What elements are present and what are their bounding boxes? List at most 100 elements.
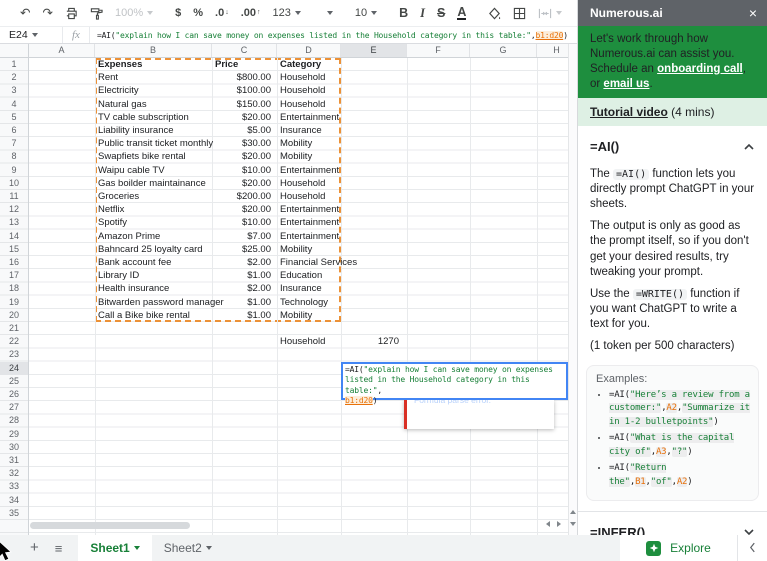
row-header-30[interactable]: 30 (0, 441, 28, 454)
formula-input[interactable]: =AI("explain how I can save money on exp… (88, 27, 568, 43)
cell-B19[interactable]: Bitwarden password manager (98, 296, 224, 309)
column-headers[interactable]: ABCDEFGH (0, 44, 577, 58)
scroll-left-icon[interactable] (546, 521, 550, 527)
row-header-5[interactable]: 5 (0, 111, 28, 124)
row-header-22[interactable]: 22 (0, 335, 28, 348)
cell-D16[interactable]: Financial Services (280, 256, 357, 269)
cell-B4[interactable]: Natural gas (98, 98, 147, 111)
cell-C7[interactable]: $30.00 (212, 137, 271, 150)
cell-B5[interactable]: TV cable subscription (98, 111, 189, 124)
decrease-decimal-button[interactable]: .0 ↓ (215, 0, 229, 26)
cell-C20[interactable]: $1.00 (212, 309, 271, 322)
tutorial-video-link[interactable]: Tutorial video (590, 105, 668, 119)
more-formats-button[interactable]: 123 (273, 0, 301, 26)
row-header-13[interactable]: 13 (0, 216, 28, 229)
column-header-E[interactable]: E (341, 44, 407, 57)
cell-B8[interactable]: Swapfiets bike rental (98, 150, 186, 163)
font-size-select[interactable]: 10 (355, 0, 378, 26)
cell-C18[interactable]: $2.00 (212, 282, 271, 295)
format-currency-button[interactable]: $ (175, 0, 181, 26)
collapse-sidebar-icon[interactable] (738, 541, 767, 556)
row-header-7[interactable]: 7 (0, 137, 28, 150)
cell-C6[interactable]: $5.00 (212, 124, 271, 137)
sheet-tab-sheet1[interactable]: Sheet1 (78, 535, 152, 561)
explore-button[interactable]: Explore (620, 540, 737, 556)
cell-B1[interactable]: Expenses (98, 58, 142, 71)
row-header-33[interactable]: 33 (0, 480, 28, 493)
column-header-B[interactable]: B (95, 44, 212, 57)
cell-B10[interactable]: Gas boilder maintainance (98, 177, 206, 190)
cell-C11[interactable]: $200.00 (212, 190, 271, 203)
row-header-32[interactable]: 32 (0, 467, 28, 480)
cell-B16[interactable]: Bank account fee (98, 256, 171, 269)
print-icon[interactable] (65, 7, 78, 20)
section-infer-header[interactable]: =INFER() (578, 511, 767, 535)
row-header-12[interactable]: 12 (0, 203, 28, 216)
cell-D2[interactable]: Household (280, 71, 325, 84)
cell-D14[interactable]: Entertainment (280, 230, 339, 243)
cell-C3[interactable]: $100.00 (212, 84, 271, 97)
horizontal-scrollbar-thumb[interactable] (30, 522, 190, 529)
cell-C12[interactable]: $20.00 (212, 203, 271, 216)
cell-C14[interactable]: $7.00 (212, 230, 271, 243)
cell-D7[interactable]: Mobility (280, 137, 312, 150)
column-header-C[interactable]: C (212, 44, 277, 57)
cell-D1[interactable]: Category (280, 58, 321, 71)
horizontal-scroll-arrows[interactable] (546, 521, 561, 527)
close-icon[interactable]: × (749, 6, 757, 20)
cell-C9[interactable]: $10.00 (212, 164, 271, 177)
text-color-button[interactable]: A (457, 6, 467, 20)
row-header-23[interactable]: 23 (0, 348, 28, 361)
row-header-1[interactable]: 1 (0, 58, 28, 71)
cell-B15[interactable]: Bahncard 25 loyalty card (98, 243, 203, 256)
cell-C1[interactable]: Price (215, 58, 238, 71)
row-header-25[interactable]: 25 (0, 375, 28, 388)
cell-D5[interactable]: Entertainment (280, 111, 339, 124)
cell-D13[interactable]: Entertainment (280, 216, 339, 229)
row-header-19[interactable]: 19 (0, 296, 28, 309)
vertical-scrollbar[interactable] (568, 44, 577, 536)
cell-B14[interactable]: Amazon Prime (98, 230, 160, 243)
row-header-8[interactable]: 8 (0, 150, 28, 163)
scroll-right-icon[interactable] (557, 521, 561, 527)
row-header-11[interactable]: 11 (0, 190, 28, 203)
row-header-17[interactable]: 17 (0, 269, 28, 282)
row-header-28[interactable]: 28 (0, 414, 28, 427)
cells-area[interactable]: Expenses Price Category Household 1270 =… (29, 58, 577, 536)
zoom-select[interactable]: 100% (115, 0, 154, 26)
italic-button[interactable]: I (420, 0, 425, 26)
scroll-up-icon[interactable] (570, 510, 576, 514)
cell-C17[interactable]: $1.00 (212, 269, 271, 282)
cell-B11[interactable]: Groceries (98, 190, 139, 203)
row-header-6[interactable]: 6 (0, 124, 28, 137)
cell-C10[interactable]: $20.00 (212, 177, 271, 190)
row-header-15[interactable]: 15 (0, 243, 28, 256)
row-header-16[interactable]: 16 (0, 256, 28, 269)
cell-D8[interactable]: Mobility (280, 150, 312, 163)
row-header-4[interactable]: 4 (0, 98, 28, 111)
cell-D3[interactable]: Household (280, 84, 325, 97)
merge-cells-button[interactable] (538, 7, 563, 20)
row-header-34[interactable]: 34 (0, 494, 28, 507)
bold-button[interactable]: B (399, 0, 408, 26)
undo-icon[interactable]: ↶ (20, 0, 30, 26)
row-header-24[interactable]: 24 (0, 361, 28, 375)
cell-C16[interactable]: $2.00 (212, 256, 271, 269)
cell-C13[interactable]: $10.00 (212, 216, 271, 229)
cell-C5[interactable]: $20.00 (212, 111, 271, 124)
all-sheets-menu-icon[interactable]: ≡ (55, 541, 63, 556)
cell-D19[interactable]: Technology (280, 296, 328, 309)
font-family-select[interactable] (323, 5, 333, 21)
cell-B17[interactable]: Library ID (98, 269, 139, 282)
name-box[interactable]: E24 (0, 27, 62, 43)
cell-D10[interactable]: Household (280, 177, 325, 190)
row-header-29[interactable]: 29 (0, 428, 28, 441)
cell-D4[interactable]: Household (280, 98, 325, 111)
select-all-corner[interactable] (0, 44, 29, 58)
row-header-26[interactable]: 26 (0, 388, 28, 401)
cell-B20[interactable]: Call a Bike bike rental (98, 309, 190, 322)
redo-icon[interactable]: ↷ (42, 0, 52, 26)
cell-editor[interactable]: =AI("explain how I can save money on exp… (341, 361, 568, 406)
cell-C15[interactable]: $25.00 (212, 243, 271, 256)
cell-D12[interactable]: Entertainment (280, 203, 339, 216)
